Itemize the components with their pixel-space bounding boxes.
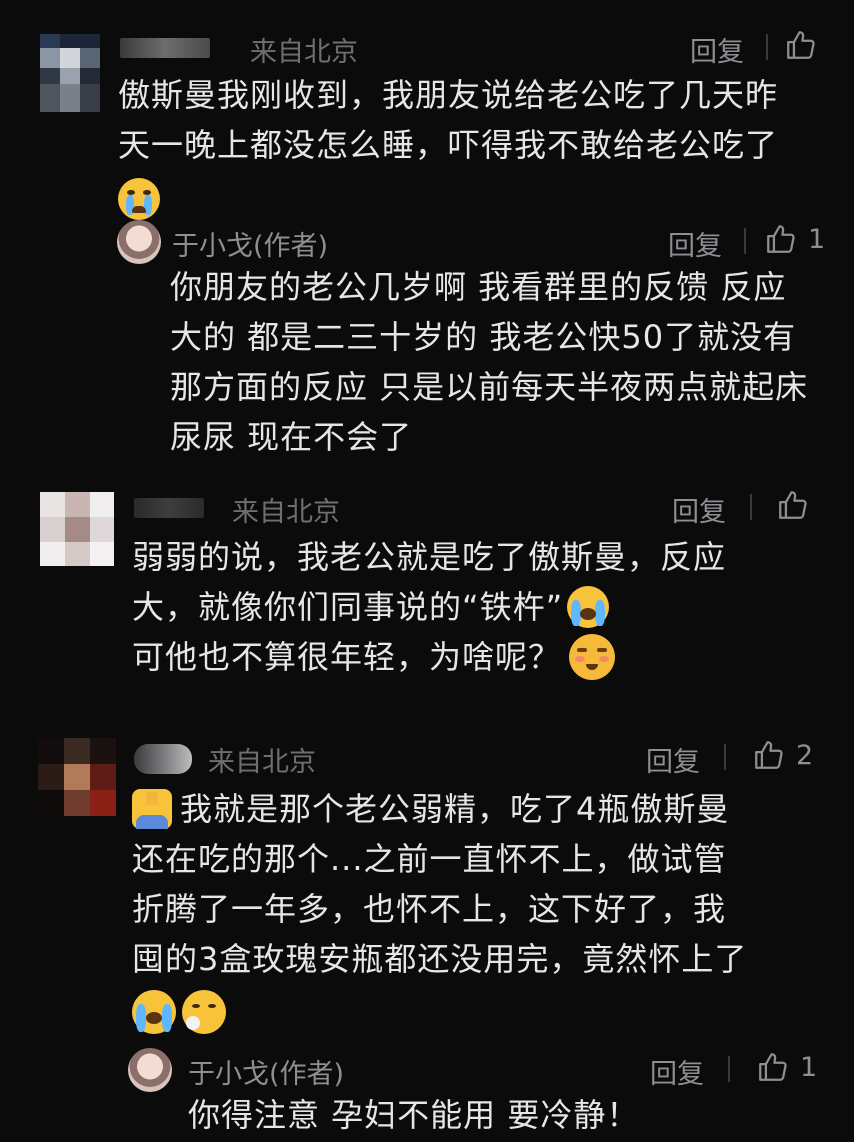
like-count: 1: [800, 1051, 818, 1083]
comment-text: 我就是那个老公弱精，吃了4瓶傲斯曼 还在吃的那个...之前一直怀不上，做试管 折…: [132, 784, 832, 1040]
author-avatar[interactable]: [117, 220, 161, 264]
reply-button[interactable]: 回复: [646, 740, 700, 779]
comment-2: 来自北京 回复 弱弱的说，我老公就是吃了傲斯曼，反应 大，就像你们同事说的“铁杵…: [0, 470, 854, 720]
username-blurred[interactable]: [134, 744, 192, 774]
reply-button[interactable]: 回复: [650, 1052, 704, 1091]
comment-line: 还在吃的那个...之前一直怀不上，做试管: [132, 840, 727, 878]
face-exhaling-emoji: [182, 990, 226, 1034]
location-label: 来自北京: [208, 747, 316, 778]
comment-line: 天一晚上都没怎么睡，吓得我不敢给老公吃了: [118, 126, 779, 164]
comment-line: 折腾了一年多，也怀不上，这下好了，我: [132, 890, 727, 928]
location-label: 来自北京: [250, 37, 358, 68]
avatar[interactable]: [40, 492, 114, 566]
reply-line: 尿尿 现在不会了: [170, 418, 413, 456]
author-name[interactable]: 于小戈(作者): [188, 1052, 344, 1091]
like-button[interactable]: [776, 488, 810, 522]
author-avatar[interactable]: [128, 1048, 172, 1092]
avatar-lower: [40, 84, 100, 112]
blushing-face-emoji: [569, 634, 616, 680]
comment-line: 可他也不算很年轻，为啥呢？: [132, 638, 562, 676]
like-button[interactable]: 1: [756, 1050, 817, 1084]
like-button[interactable]: 2: [752, 738, 813, 772]
comment-line: 弱弱的说，我老公就是吃了傲斯曼，反应: [132, 538, 727, 576]
reply-line: 那方面的反应 只是以前每天半夜两点就起床: [170, 368, 809, 406]
loudly-crying-face-emoji: [132, 990, 176, 1034]
reply-button[interactable]: 回复: [690, 30, 744, 69]
comment-line: 大，就像你们同事说的“铁杵”: [132, 588, 564, 626]
loudly-crying-face-emoji: [567, 586, 610, 628]
divider: [728, 1056, 730, 1082]
crying-face-emoji: [118, 178, 160, 220]
person-raising-hand-emoji: [132, 789, 172, 829]
reply-text: 你朋友的老公几岁啊 我看群里的反馈 反应 大的 都是二三十岁的 我老公快50了就…: [170, 262, 840, 462]
thumbs-up-icon: [752, 738, 786, 772]
comment-line: 囤的3盒玫瑰安瓶都还没用完，竟然怀上了: [132, 940, 748, 978]
thumbs-up-icon: [756, 1050, 790, 1084]
like-count: 2: [796, 739, 814, 771]
reply-line: 你得注意 孕妇不能用 要冷静！: [188, 1096, 640, 1134]
comment-text: 弱弱的说，我老公就是吃了傲斯曼，反应 大，就像你们同事说的“铁杵” 可他也不算很…: [132, 532, 832, 682]
comment-3: 来自北京 回复 2 我就是那个老公弱精，吃了4瓶傲斯曼 还在吃的那个...之前一…: [0, 720, 854, 1142]
like-button[interactable]: 1: [764, 222, 825, 256]
reply-button[interactable]: 回复: [668, 224, 722, 263]
username-blurred[interactable]: [120, 38, 210, 58]
thumbs-up-icon: [764, 222, 798, 256]
divider: [750, 494, 752, 520]
like-button[interactable]: [784, 28, 818, 62]
reply-button[interactable]: 回复: [672, 490, 726, 529]
divider: [724, 744, 726, 770]
thumbs-up-icon: [776, 488, 810, 522]
reply-line: 你朋友的老公几岁啊 我看群里的反馈 反应: [170, 268, 787, 306]
avatar[interactable]: [38, 738, 116, 816]
location-label: 来自北京: [232, 497, 340, 528]
username-blurred[interactable]: [134, 498, 204, 518]
like-count: 1: [808, 223, 826, 255]
comment-line: 我就是那个老公弱精，吃了4瓶傲斯曼: [180, 790, 730, 828]
comment-1: 来自北京 回复 傲斯曼我刚收到，我朋友说给老公吃了几天昨 天一晚上都没怎么睡，吓…: [0, 0, 854, 470]
divider: [766, 34, 768, 60]
reply-line: 大的 都是二三十岁的 我老公快50了就没有: [170, 318, 797, 356]
comment-text: 傲斯曼我刚收到，我朋友说给老公吃了几天昨 天一晚上都没怎么睡，吓得我不敢给老公吃…: [118, 70, 838, 228]
reply-text: 你得注意 孕妇不能用 要冷静！: [188, 1090, 828, 1140]
divider: [744, 228, 746, 254]
author-name[interactable]: 于小戈(作者): [172, 224, 328, 263]
avatar[interactable]: [40, 34, 100, 84]
thumbs-up-icon: [784, 28, 818, 62]
comment-line: 傲斯曼我刚收到，我朋友说给老公吃了几天昨: [118, 76, 779, 114]
